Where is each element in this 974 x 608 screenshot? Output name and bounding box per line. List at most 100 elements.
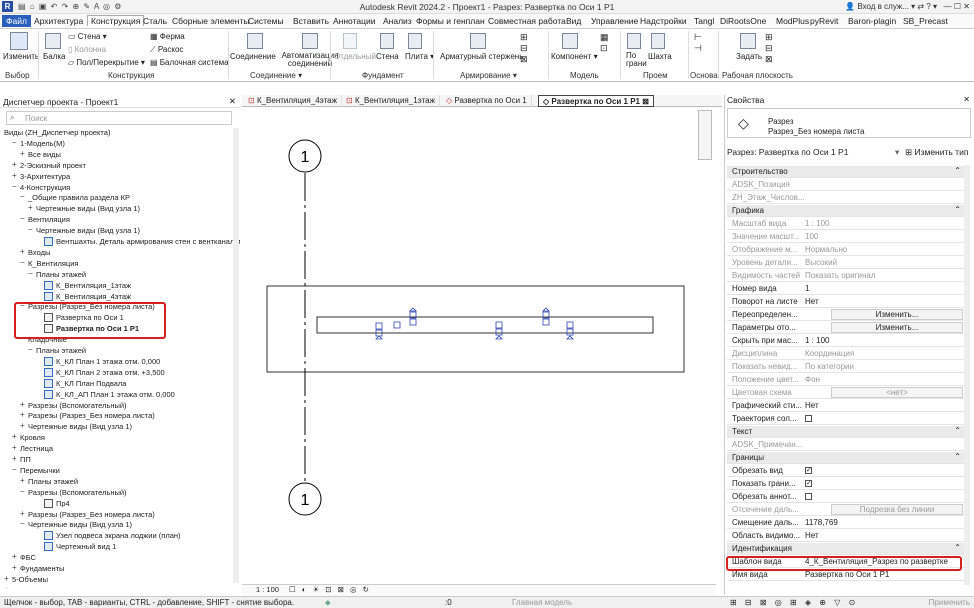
tree-item[interactable]: Чертежные виды (Вид узла 1)	[36, 204, 140, 213]
property-checkbox[interactable]: ✓	[805, 480, 812, 487]
modify-icon[interactable]	[10, 32, 28, 50]
rebar-tools-icon[interactable]: ⊞ ⊟ ⊠	[520, 32, 528, 65]
property-row[interactable]: ZH_Этаж_Числов...	[727, 192, 965, 204]
property-row[interactable]: Дисциплина Координация	[727, 348, 965, 360]
tree-item[interactable]: ПП	[20, 455, 31, 464]
component-button[interactable]: Компонент ▾	[551, 52, 598, 61]
menu-tab[interactable]: Вставить	[293, 16, 329, 26]
model-tools-icon[interactable]: ▦ ⊡	[600, 32, 609, 54]
property-row[interactable]: Параметры ото... Изменить...	[727, 322, 965, 334]
edit-button[interactable]: Изменить...	[831, 322, 963, 333]
group-structure[interactable]: Конструкция	[108, 71, 154, 80]
rebar-icon[interactable]	[470, 33, 486, 49]
expand-toggle-icon[interactable]: +	[12, 443, 17, 452]
tree-item[interactable]: Вентиляция	[28, 215, 70, 224]
property-row[interactable]: Обрезать вид ✓	[727, 465, 965, 477]
by-face-icon[interactable]	[627, 33, 641, 49]
expand-toggle-icon[interactable]: −	[20, 258, 25, 267]
property-category[interactable]: Границы ⌃	[727, 452, 965, 464]
tree-item[interactable]: К_КЛ План 1 этажа отм. 0,000	[56, 357, 160, 366]
tree-item[interactable]: К_КЛ План 2 этажа отм. +3,500	[56, 368, 165, 377]
tree-item[interactable]: 3-Архитектура	[20, 172, 70, 181]
tree-item[interactable]: 5-Объемы	[12, 575, 48, 584]
type-selector-preview[interactable]: ◇ Разрез Разрез_Без номера листа	[727, 108, 971, 138]
expand-toggle-icon[interactable]: +	[20, 476, 25, 485]
tree-item[interactable]: Фундаменты	[20, 564, 64, 573]
active-model[interactable]: Главная модель	[512, 598, 572, 607]
tree-item[interactable]: Чертежные виды (Вид узла 1)	[28, 422, 132, 431]
collapse-icon[interactable]: ⌃	[954, 452, 961, 461]
tree-item[interactable]: _Общие правила раздела КР	[28, 193, 130, 202]
tree-item[interactable]: Планы этажей	[36, 270, 86, 279]
browser-scrollbar[interactable]	[233, 128, 239, 583]
browser-search-input[interactable]: Поиск	[6, 111, 232, 125]
tree-item[interactable]: Планы этажей	[36, 346, 86, 355]
shaft-button[interactable]: Шахта	[648, 52, 672, 61]
rebar-button[interactable]: Арматурный стержень	[440, 52, 523, 61]
expand-toggle-icon[interactable]: −	[28, 225, 33, 234]
tree-item[interactable]: Разрезы (Вспомогательный)	[28, 401, 127, 410]
group-foundation[interactable]: Фундамент	[362, 71, 404, 80]
property-row[interactable]: ADSK_Примечан...	[727, 439, 965, 451]
tree-item[interactable]: Входы	[28, 248, 50, 257]
property-row[interactable]: Показать грани... ✓	[727, 478, 965, 490]
group-model[interactable]: Модель	[570, 71, 599, 80]
menu-tab[interactable]: Анализ	[383, 16, 412, 26]
expand-toggle-icon[interactable]: +	[12, 563, 17, 572]
property-value[interactable]: Фон	[805, 375, 820, 384]
edit-type-button[interactable]: ⊞ Изменить тип	[905, 147, 968, 158]
tree-item[interactable]: Вентшахты. Деталь армирования стен с вен…	[56, 237, 240, 246]
menu-tab[interactable]: Вид	[566, 16, 581, 26]
property-row[interactable]: Переопределен... Изменить...	[727, 309, 965, 321]
tree-item[interactable]: 4-Конструкция	[20, 183, 70, 192]
close-icon[interactable]: ✕	[229, 96, 236, 107]
expand-toggle-icon[interactable]: +	[20, 149, 25, 158]
expand-toggle-icon[interactable]: −	[0, 128, 1, 136]
menu-tab[interactable]: Файл	[2, 15, 31, 27]
tree-item[interactable]: К_Вентиляция_4этаж	[56, 292, 131, 301]
collapse-icon[interactable]: ⌃	[954, 166, 961, 175]
property-value[interactable]: Нет	[805, 531, 819, 540]
expand-toggle-icon[interactable]: +	[20, 400, 25, 409]
expand-toggle-icon[interactable]: −	[12, 182, 17, 191]
crop-region[interactable]	[266, 285, 685, 373]
property-row[interactable]: Положение цвет... Фон	[727, 374, 965, 386]
tree-item[interactable]: К_Вентиляция	[28, 259, 78, 268]
group-connection[interactable]: Соединение ▾	[250, 71, 302, 80]
expand-toggle-icon[interactable]: +	[12, 454, 17, 463]
menu-tab[interactable]: Формы и генплан	[416, 16, 485, 26]
expand-toggle-icon[interactable]: −	[12, 138, 17, 147]
section-drawing[interactable]: 1 1	[242, 107, 716, 584]
menu-tab[interactable]: Системы	[248, 16, 284, 26]
tree-item[interactable]: К_КЛ План Подвала	[56, 379, 126, 388]
group-opening[interactable]: Проем	[643, 71, 668, 80]
group-reinforcement[interactable]: Армирование ▾	[460, 71, 517, 80]
tree-item[interactable]: Чертежные виды (Вид узла 1)	[28, 520, 132, 529]
property-value[interactable]: 1 : 100	[805, 219, 829, 228]
collapse-icon[interactable]: ⌃	[954, 543, 961, 552]
expand-toggle-icon[interactable]: −	[28, 345, 33, 354]
drawing-canvas[interactable]: 1 1	[242, 107, 716, 584]
view-scale[interactable]: 1 : 100	[256, 585, 279, 594]
connection-button[interactable]: Соединение	[230, 52, 276, 61]
brace-button[interactable]: ⟋ Раскос	[150, 45, 183, 55]
tab-elevation-1[interactable]: ◇ Развертка по Оси 1	[442, 95, 532, 107]
tree-item[interactable]: Узел подвеса экрана лоджии (план)	[56, 531, 181, 540]
wall-section[interactable]	[316, 316, 654, 334]
property-row[interactable]: Смещение даль... 1178,769	[727, 517, 965, 529]
tree-item[interactable]: К_Вентиляция_1этаж	[56, 281, 131, 290]
beam-icon[interactable]	[45, 33, 61, 49]
menu-tab[interactable]: Надстройки	[640, 16, 687, 26]
expand-toggle-icon[interactable]: +	[4, 585, 9, 588]
property-value[interactable]: 1 : 100	[805, 336, 829, 345]
property-row[interactable]: Цветовая схема <нет>	[727, 387, 965, 399]
menu-tab[interactable]: Конструкция	[87, 15, 145, 26]
slab-icon[interactable]	[408, 33, 422, 49]
property-row[interactable]: Номер вида 1	[727, 283, 965, 295]
edit-button[interactable]: Изменить...	[831, 309, 963, 320]
property-category[interactable]: Идентификация ⌃	[727, 543, 965, 555]
navigation-bar[interactable]	[698, 110, 712, 160]
tree-item[interactable]: Пр4	[56, 499, 70, 508]
property-value[interactable]: 100	[805, 232, 818, 241]
menu-tab[interactable]: Совместная работа	[488, 16, 566, 26]
